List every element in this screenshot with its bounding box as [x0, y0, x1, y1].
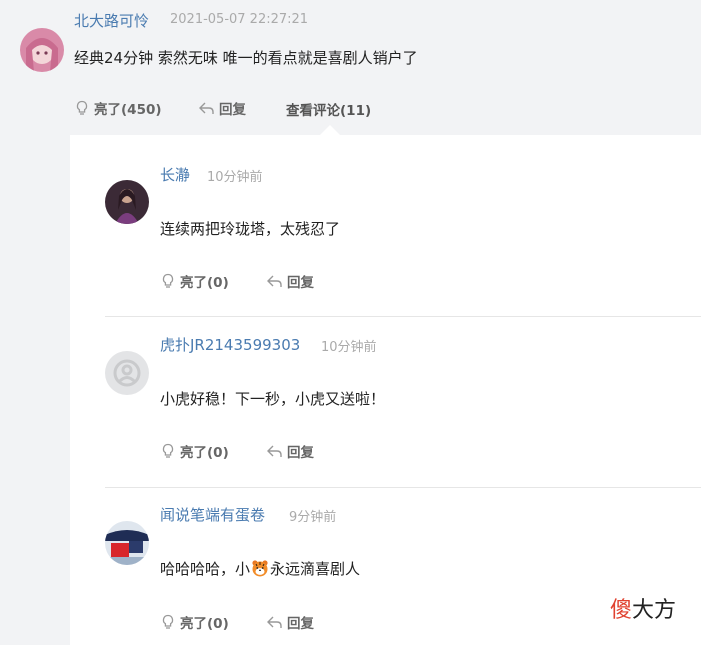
- username[interactable]: 北大路可怜: [74, 10, 149, 31]
- bulb-icon: [160, 443, 176, 459]
- reply-label: 回复: [287, 445, 314, 461]
- comment-text-part: 哈哈哈哈，小: [160, 560, 251, 578]
- reply-arrow-icon: [266, 273, 283, 289]
- bulb-icon: [160, 273, 176, 289]
- comment-text: 连续两把玲珑塔，太残忍了: [160, 220, 341, 238]
- reply-button[interactable]: 回复: [266, 441, 314, 461]
- list-item: 虎扑JR2143599303 10分钟前 小虎好稳！下一秒，小虎又送啦！ 亮了(…: [70, 317, 701, 488]
- reply-arrow-icon: [198, 100, 215, 116]
- like-button[interactable]: 亮了(0): [160, 271, 229, 291]
- bulb-icon: [74, 100, 90, 116]
- reply-button[interactable]: 回复: [198, 98, 246, 118]
- watermark-part: 傻: [610, 598, 633, 623]
- username[interactable]: 长瀞: [160, 164, 190, 185]
- comment-text: 小虎好稳！下一秒，小虎又送啦！: [160, 390, 386, 408]
- view-comments-button[interactable]: 查看评论(11): [286, 99, 371, 119]
- like-label: 亮了(0): [180, 445, 229, 461]
- like-button[interactable]: 亮了(0): [160, 441, 229, 461]
- list-item: 闻说笔端有蛋卷 9分钟前 哈哈哈哈，小 永远滴喜剧人 亮了(0) 回复: [70, 487, 701, 645]
- watermark: 傻大方: [610, 592, 676, 624]
- comment-text-part: 永远滴喜剧人: [270, 560, 361, 578]
- like-label: 亮了(450): [94, 102, 162, 118]
- top-comment: 北大路可怜 2021-05-07 22:27:21 经典24分钟 索然无味 唯一…: [0, 0, 701, 136]
- avatar[interactable]: [20, 28, 64, 72]
- like-label: 亮了(0): [180, 275, 229, 291]
- reply-label: 回复: [287, 616, 314, 632]
- tiger-emoji-icon: [251, 559, 269, 577]
- list-item: 长瀞 10分钟前 连续两把玲珑塔，太残忍了 亮了(0) 回复: [70, 135, 701, 317]
- reply-arrow-icon: [266, 614, 283, 630]
- timestamp: 10分钟前: [321, 340, 377, 355]
- username[interactable]: 闻说笔端有蛋卷: [160, 504, 265, 525]
- comment-text: 哈哈哈哈，小 永远滴喜剧人: [160, 558, 360, 579]
- like-label: 亮了(0): [180, 616, 229, 632]
- watermark-part: 大方: [632, 598, 677, 623]
- avatar[interactable]: [105, 521, 149, 565]
- timestamp: 10分钟前: [207, 170, 263, 185]
- timestamp: 2021-05-07 22:27:21: [170, 12, 309, 27]
- replies-panel: 长瀞 10分钟前 连续两把玲珑塔，太残忍了 亮了(0) 回复 虎扑JR21435…: [70, 135, 701, 645]
- bulb-icon: [160, 614, 176, 630]
- reply-arrow-icon: [266, 443, 283, 459]
- reply-label: 回复: [287, 275, 314, 291]
- like-button[interactable]: 亮了(0): [160, 612, 229, 632]
- like-button[interactable]: 亮了(450): [74, 98, 162, 118]
- comment-text: 经典24分钟 索然无味 唯一的看点就是喜剧人销户了: [74, 49, 418, 67]
- reply-label: 回复: [219, 102, 246, 118]
- panel-pointer: [320, 125, 340, 135]
- timestamp: 9分钟前: [289, 510, 337, 525]
- reply-button[interactable]: 回复: [266, 271, 314, 291]
- avatar[interactable]: [105, 180, 149, 224]
- avatar[interactable]: [105, 351, 149, 395]
- reply-button[interactable]: 回复: [266, 612, 314, 632]
- username[interactable]: 虎扑JR2143599303: [160, 334, 300, 355]
